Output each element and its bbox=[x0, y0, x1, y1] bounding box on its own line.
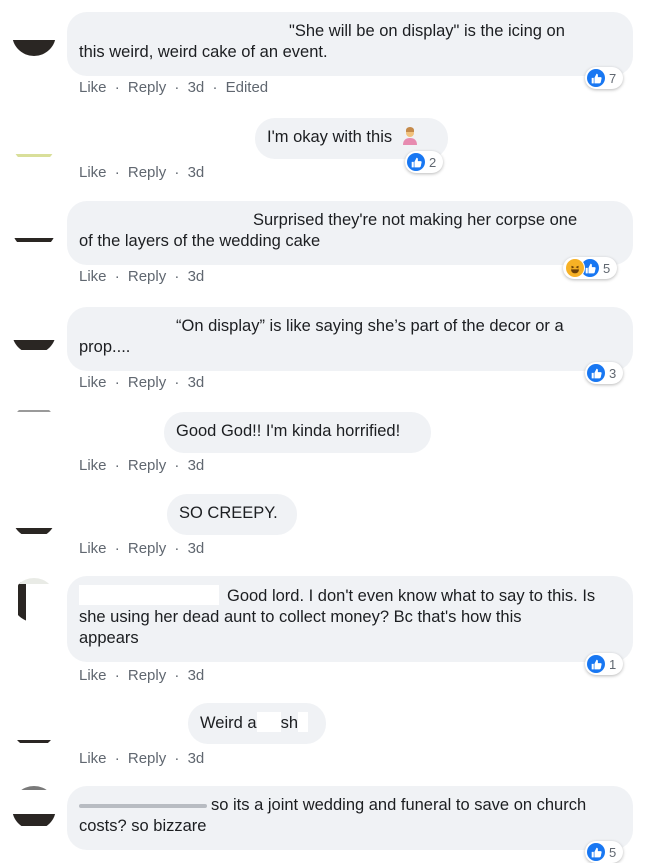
comment-text: Good God!! I'm kinda horrified! bbox=[176, 422, 401, 440]
redacted-word bbox=[256, 712, 281, 732]
comment-text: Surprised they're not making her corpse … bbox=[253, 211, 578, 229]
comment-actions: Like · Reply · 3d bbox=[79, 164, 205, 181]
timestamp[interactable]: 3d bbox=[188, 79, 205, 96]
avatar[interactable] bbox=[12, 786, 56, 830]
comment-bubble: “On display” is like saying she’s part o… bbox=[67, 307, 633, 371]
comment-text: appears bbox=[79, 629, 139, 647]
comment-text: Weird a bbox=[200, 714, 257, 732]
redacted-word bbox=[298, 712, 308, 732]
comment-text: SO CREEPY. bbox=[179, 504, 278, 522]
like-button[interactable]: Like bbox=[79, 79, 107, 96]
like-button[interactable]: Like bbox=[79, 540, 107, 557]
comment-text: so its a joint wedding and funeral to sa… bbox=[211, 796, 587, 814]
timestamp[interactable]: 3d bbox=[188, 667, 205, 684]
comment-bubble: "She will be on display" is the icing on… bbox=[67, 12, 633, 76]
timestamp[interactable]: 3d bbox=[188, 750, 205, 767]
comment-text: of the layers of the wedding cake bbox=[79, 232, 321, 250]
comment-text: sh bbox=[280, 714, 298, 732]
comment-text: costs? so bizzare bbox=[79, 817, 207, 835]
thumbs-up-icon bbox=[587, 843, 605, 861]
reply-button[interactable]: Reply bbox=[128, 79, 166, 96]
redacted-name bbox=[79, 585, 219, 605]
reaction-count[interactable]: 1 bbox=[585, 653, 624, 675]
reaction-count[interactable]: 3 bbox=[585, 362, 624, 384]
comment-actions: Like · Reply · 3d bbox=[79, 750, 205, 767]
avatar[interactable] bbox=[12, 12, 56, 56]
haha-icon bbox=[565, 258, 585, 278]
avatar[interactable] bbox=[12, 404, 56, 448]
reply-button[interactable]: Reply bbox=[128, 540, 166, 557]
avatar[interactable] bbox=[12, 120, 56, 164]
comment-actions: Like · Reply · 3d bbox=[79, 667, 205, 684]
comment-actions: Like · Reply · 3d · Edited bbox=[79, 79, 269, 96]
like-button[interactable]: Like bbox=[79, 164, 107, 181]
avatar[interactable] bbox=[12, 704, 56, 748]
timestamp[interactable]: 3d bbox=[188, 540, 205, 557]
reply-button[interactable]: Reply bbox=[128, 268, 166, 285]
reaction-count[interactable]: 7 bbox=[585, 67, 624, 89]
comment-actions: Like · Reply · 3d bbox=[79, 374, 205, 391]
avatar[interactable] bbox=[12, 310, 56, 354]
thumbs-up-icon bbox=[407, 153, 425, 171]
reaction-count[interactable]: 5 bbox=[585, 841, 624, 863]
timestamp[interactable]: 3d bbox=[188, 457, 205, 474]
reaction-count[interactable]: 5 bbox=[563, 257, 618, 279]
comment-actions: Like · Reply · 3d bbox=[79, 268, 205, 285]
like-button[interactable]: Like bbox=[79, 457, 107, 474]
avatar[interactable] bbox=[12, 206, 56, 250]
comment-text: this weird, weird cake of an event. bbox=[79, 43, 328, 61]
thumbs-up-icon bbox=[587, 69, 605, 87]
reply-button[interactable]: Reply bbox=[128, 374, 166, 391]
like-button[interactable]: Like bbox=[79, 374, 107, 391]
comment-text: she using her dead aunt to collect money… bbox=[79, 608, 522, 626]
thumbs-up-icon bbox=[587, 364, 605, 382]
comment-text: prop.... bbox=[79, 338, 131, 356]
person-shrugging-icon bbox=[401, 127, 419, 145]
like-button[interactable]: Like bbox=[79, 667, 107, 684]
reply-button[interactable]: Reply bbox=[128, 667, 166, 684]
comment-bubble: Weird a sh bbox=[188, 703, 326, 744]
like-button[interactable]: Like bbox=[79, 268, 107, 285]
reply-button[interactable]: Reply bbox=[128, 457, 166, 474]
comment-text: "She will be on display" is the icing on bbox=[289, 22, 565, 40]
edited-label[interactable]: Edited bbox=[226, 79, 269, 96]
reply-button[interactable]: Reply bbox=[128, 164, 166, 181]
comment-bubble: SO CREEPY. bbox=[167, 494, 297, 535]
thumbs-up-icon bbox=[587, 655, 605, 673]
comment-text: Good lord. I don't even know what to say… bbox=[227, 587, 596, 605]
timestamp[interactable]: 3d bbox=[188, 268, 205, 285]
comment-bubble: Good lord. I don't even know what to say… bbox=[67, 576, 633, 662]
comment-actions: Like · Reply · 3d bbox=[79, 540, 205, 557]
comment-text: I'm okay with this bbox=[267, 128, 393, 146]
reply-button[interactable]: Reply bbox=[128, 750, 166, 767]
redacted-name bbox=[79, 804, 207, 808]
reaction-count[interactable]: 2 bbox=[405, 151, 444, 173]
avatar[interactable] bbox=[12, 494, 56, 538]
timestamp[interactable]: 3d bbox=[188, 164, 205, 181]
comment-bubble: Surprised they're not making her corpse … bbox=[67, 201, 633, 265]
comment-bubble: so its a joint wedding and funeral to sa… bbox=[67, 786, 633, 850]
comment-bubble: Good God!! I'm kinda horrified! bbox=[164, 412, 431, 453]
avatar[interactable] bbox=[12, 578, 56, 622]
comment-actions: Like · Reply · 3d bbox=[79, 457, 205, 474]
timestamp[interactable]: 3d bbox=[188, 374, 205, 391]
like-button[interactable]: Like bbox=[79, 750, 107, 767]
comment-text: “On display” is like saying she’s part o… bbox=[176, 317, 564, 335]
